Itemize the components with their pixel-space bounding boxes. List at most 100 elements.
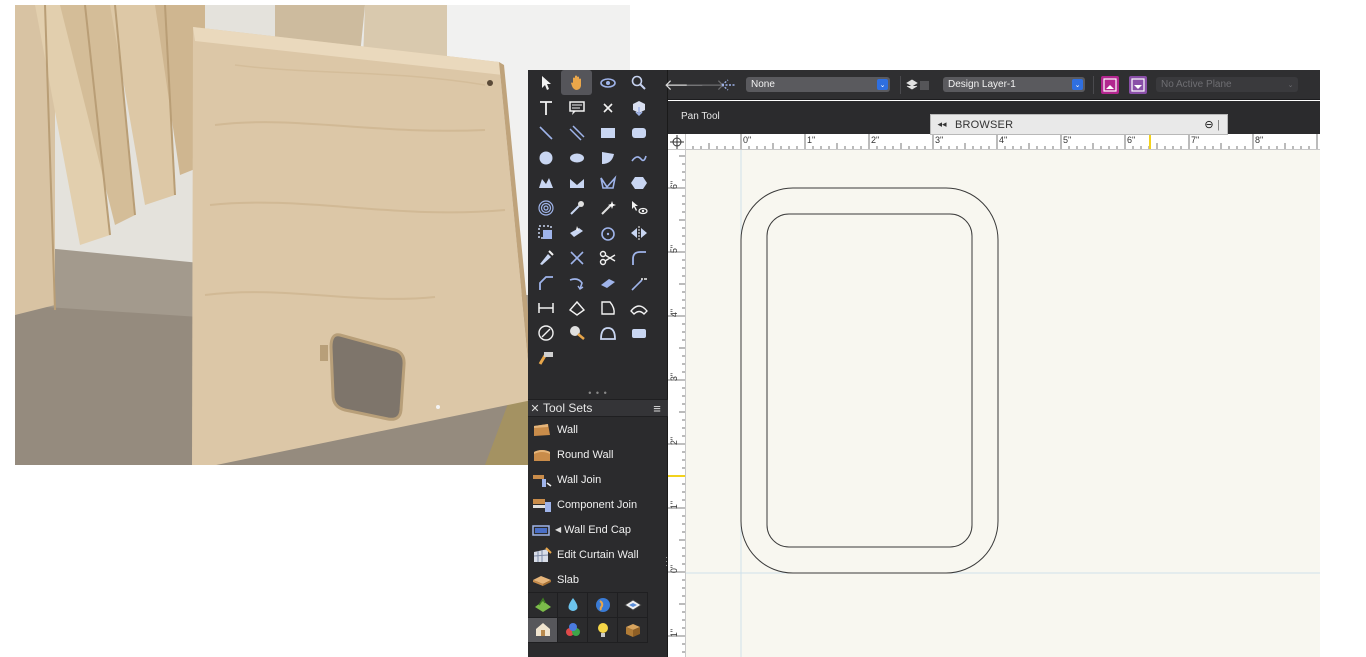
palette-resize-grip[interactable]: • • • [586,389,610,398]
ruler-label: 1" [669,629,679,637]
regular-polygon-icon[interactable] [623,170,654,195]
render-color-icon[interactable] [558,618,588,643]
trim-icon[interactable] [592,245,623,270]
rotate-icon[interactable] [592,220,623,245]
visualization-icon[interactable] [618,593,648,618]
active-layer-select[interactable]: Design Layer-1 ⌄ [943,77,1085,92]
furniture-icon[interactable] [618,618,648,643]
freehand-icon[interactable] [623,145,654,170]
locus-icon[interactable] [592,95,623,120]
pan-hand-icon[interactable] [561,70,592,95]
inner-rounded-rectangle[interactable] [766,213,973,548]
polyline-icon[interactable] [530,170,561,195]
attribute-mapping-icon[interactable] [530,320,561,345]
outer-rounded-rectangle[interactable] [740,187,999,574]
close-icon[interactable]: ✕ [528,402,542,415]
toolset-item-label: Round Wall [557,448,614,461]
toolset-item-label: Wall [557,423,578,436]
clip-icon[interactable] [623,270,654,295]
eraser-icon[interactable] [592,270,623,295]
toolset-item-wall-end-cap[interactable]: ◀ Wall End Cap [528,517,668,542]
ruler-label: 7" [1191,135,1199,145]
eyedropper-icon[interactable] [561,195,592,220]
class-options-icon[interactable] [714,78,744,92]
line-icon[interactable] [530,120,561,145]
move-icon[interactable] [561,220,592,245]
forward-arrow-icon[interactable]: 🡒 [685,75,725,94]
chamfer-icon[interactable] [530,270,561,295]
toolset-item-label: Edit Curtain Wall [557,548,639,561]
arc-icon[interactable] [592,145,623,170]
ruler-label: 4" [669,309,679,317]
spiral-icon[interactable] [530,195,561,220]
flyover-icon[interactable] [592,70,623,95]
hammer-icon[interactable] [530,345,561,370]
zoom-icon[interactable] [623,70,654,95]
ruler-label: 1" [669,501,679,509]
toolset-item-edit-curtain-wall[interactable]: Edit Curtain Wall [528,542,668,567]
ruler-label: 5" [669,245,679,253]
drawing-area[interactable] [686,150,1320,657]
tool-sets-header: ✕ Tool Sets ≡ [528,399,668,417]
mirror-icon[interactable] [623,220,654,245]
split-icon[interactable] [561,245,592,270]
ruler-label: 4" [999,135,1007,145]
connect-icon[interactable] [561,270,592,295]
magic-wand-icon[interactable] [592,195,623,220]
collapse-icon[interactable]: ◂◂ [931,119,953,130]
angular-dimension-icon[interactable] [561,295,592,320]
arc-length-icon[interactable] [592,295,623,320]
callout-icon[interactable] [561,95,592,120]
expand-arrow-icon[interactable]: ◀ [555,525,561,534]
rectangle-icon[interactable] [592,120,623,145]
screen-plane-icon[interactable] [1101,75,1119,94]
3d-locus-icon[interactable] [623,95,654,120]
protractor-icon[interactable] [623,295,654,320]
close-icon[interactable]: ⊖ [1201,118,1217,131]
toolset-item-component-join[interactable]: Component Join [528,492,668,517]
ruler-label: 2" [871,135,879,145]
selection-icon[interactable] [530,70,561,95]
site-planning-icon[interactable] [528,593,558,618]
chevron-down-icon: ⌄ [1287,81,1294,89]
ruler-label: 6" [1127,135,1135,145]
visibility-icon[interactable] [623,195,654,220]
active-plane-select[interactable]: No Active Plane ⌄ [1156,77,1298,92]
lighting-icon[interactable] [588,618,618,643]
ruler-label: 8" [1255,135,1263,145]
chevron-down-icon: ⌄ [1072,79,1083,90]
rounded-rectangle-icon[interactable] [623,120,654,145]
text-icon[interactable] [530,95,561,120]
reshape-icon[interactable] [530,245,561,270]
dimension-icon[interactable] [530,295,561,320]
toolset-item-wall[interactable]: Wall [528,417,668,442]
sheet-border-icon[interactable] [623,320,654,345]
building-shell-icon[interactable] [528,618,558,643]
cad-application-window: • • • ✕ Tool Sets ≡ Wall Round Wall Wall… [528,70,1320,657]
landscape-water-icon[interactable] [558,593,588,618]
fillet-icon[interactable] [623,245,654,270]
toolset-item-round-wall[interactable]: Round Wall [528,442,668,467]
layer-options-icon[interactable] [901,78,935,92]
protractor-measure-icon[interactable] [592,320,623,345]
toolset-item-wall-join[interactable]: Wall Join [528,467,668,492]
tool-sets-title: Tool Sets [543,401,593,415]
hamburger-menu-icon[interactable]: ≡ [646,401,668,416]
tape-measure-icon[interactable] [561,320,592,345]
ruler-label: 0" [743,135,751,145]
toolbar-divider [1093,75,1094,94]
layer-plane-icon[interactable] [1129,75,1147,94]
circle-icon[interactable] [530,145,561,170]
active-class-select[interactable]: None ⌄ [746,77,890,92]
globe-icon[interactable] [588,593,618,618]
toolset-item-slab[interactable]: Slab [528,567,668,592]
ruler-origin-icon[interactable] [668,134,686,150]
ruler-label: 3" [935,135,943,145]
double-polyline-icon[interactable] [561,170,592,195]
polygon-icon[interactable] [592,170,623,195]
offset-icon[interactable] [530,220,561,245]
active-tool-label: Pan Tool [681,111,720,122]
oval-icon[interactable] [561,145,592,170]
panel-divider: | [1217,118,1220,131]
double-line-icon[interactable] [561,120,592,145]
